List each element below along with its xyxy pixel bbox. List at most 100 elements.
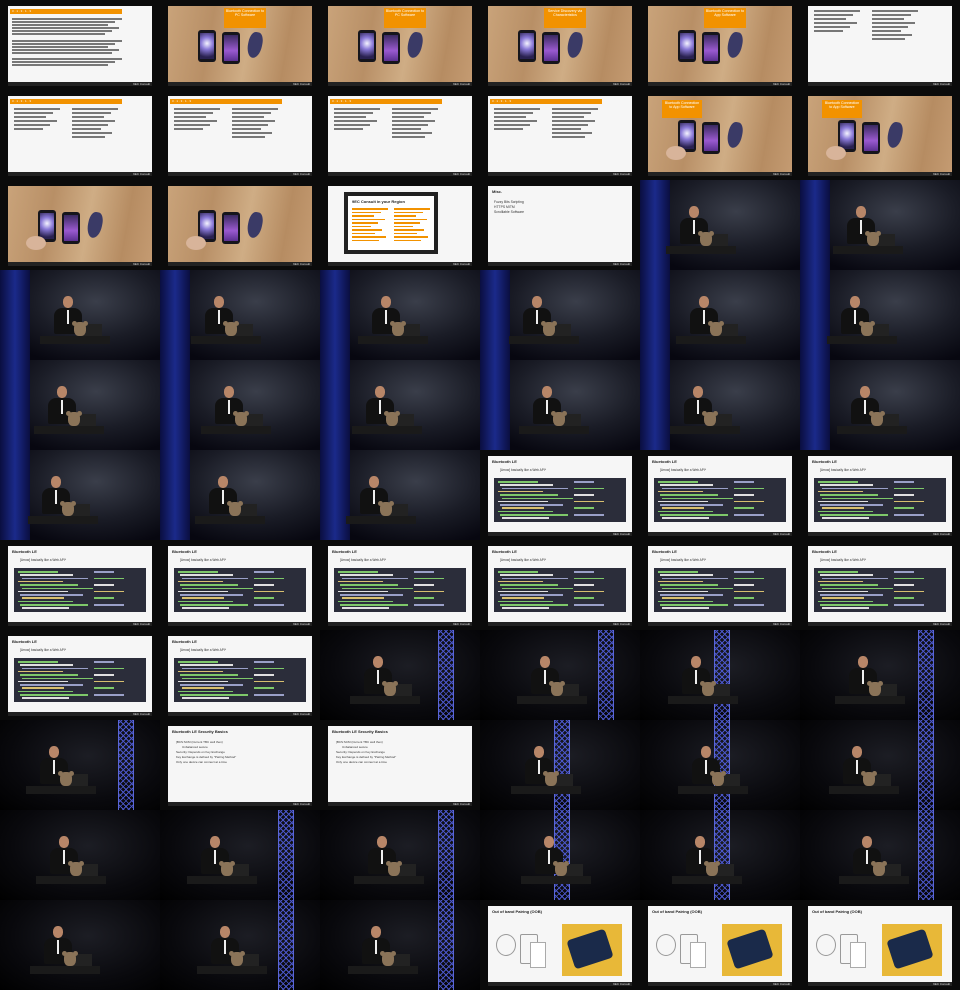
video-thumbnail[interactable]: 9EC Consult [160,180,320,270]
code-line [178,600,233,603]
hand [666,146,686,160]
video-thumbnail[interactable]: Bluetooth LE [Arrow] basically like a Web… [480,540,640,630]
teddy-bear [859,321,875,336]
slide-footer [808,622,952,626]
video-thumbnail[interactable] [0,810,160,900]
teddy-bear [865,231,881,246]
blue-curtain [160,270,190,360]
video-thumbnail[interactable]: Bluetooth LE [Arrow] basically like a Web… [320,540,480,630]
lanyard [224,940,226,954]
code-line [658,571,698,573]
video-thumbnail[interactable] [0,720,160,810]
video-thumbnail[interactable] [160,900,320,990]
video-thumbnail[interactable] [480,360,640,450]
video-thumbnail[interactable]: 9EC Consult [0,180,160,270]
video-thumbnail[interactable]: Bluetooth LE Security Basics [BCS:SCM (Cu… [320,720,480,810]
text-line [72,108,118,110]
video-thumbnail[interactable]: Bluetooth Connection to App Software 9EC … [640,90,800,180]
blue-curtain [320,360,350,450]
video-thumbnail[interactable]: Bluetooth LE [Arrow] basically like a Web… [160,630,320,720]
video-thumbnail[interactable]: Bluetooth Connection to PC Software 9EC C… [160,0,320,90]
video-thumbnail[interactable]: 9EC Consult in your Region 9EC Consult [320,180,480,270]
video-thumbnail[interactable] [320,630,480,720]
video-thumbnail[interactable] [800,360,960,450]
video-thumbnail[interactable] [800,810,960,900]
video-thumbnail[interactable] [800,720,960,810]
video-thumbnail[interactable]: Bluetooth LE [Arrow] basically like a Web… [0,540,160,630]
video-thumbnail[interactable]: Bluetooth LE Security Basics [BCS:SCM (Cu… [160,720,320,810]
video-thumbnail[interactable]: Bluetooth Connection to PC Software 9EC C… [320,0,480,90]
video-thumbnail[interactable]: 3 · 1 · 3 · 1 · 3 9EC Consult [0,0,160,90]
video-thumbnail[interactable] [320,810,480,900]
video-thumbnail[interactable] [320,270,480,360]
video-thumbnail[interactable] [160,450,320,540]
text-line [494,112,533,114]
video-thumbnail[interactable]: Bluetooth Connection to App Software 9EC … [800,90,960,180]
video-thumbnail[interactable] [640,720,800,810]
video-thumbnail[interactable]: Bluetooth LE [Arrow] basically like a Web… [480,450,640,540]
video-thumbnail[interactable] [640,360,800,450]
video-thumbnail[interactable] [160,360,320,450]
video-thumbnail[interactable]: Misc. Fuzzy Bits Scripting HTTPS MITM Scrol… [480,180,640,270]
code-line [178,680,228,683]
video-thumbnail[interactable] [0,270,160,360]
video-thumbnail[interactable] [640,180,800,270]
video-thumbnail[interactable]: Service Discovery via Characteristics 9EC… [480,0,640,90]
video-thumbnail[interactable] [640,810,800,900]
video-thumbnail[interactable]: Bluetooth LE [Arrow] basically like a Web… [0,630,160,720]
code-line [662,487,728,490]
video-thumbnail[interactable]: 3 · 1 · 3 · 1 · 3 9EC Consult [0,90,160,180]
video-thumbnail[interactable]: Bluetooth LE [Arrow] basically like a Web… [160,540,320,630]
video-thumbnail[interactable] [320,360,480,450]
video-thumbnail[interactable]: Bluetooth LE [Arrow] basically like a Web… [640,540,800,630]
video-thumbnail[interactable]: Bluetooth LE [Arrow] basically like a Web… [800,540,960,630]
video-thumbnail[interactable]: Out of band Pairing (OOB) 9EC Consult [480,900,640,990]
video-thumbnail[interactable]: 3 · 1 · 3 · 1 · 3 9EC Consult [480,90,640,180]
video-thumbnail[interactable]: 9EC Consult [800,0,960,90]
code-line [894,590,924,593]
video-thumbnail[interactable] [800,180,960,270]
video-thumbnail[interactable] [480,720,640,810]
text-line [814,30,843,32]
code-line [254,584,274,586]
code-line [894,487,924,490]
phone-screen [520,33,534,59]
video-thumbnail[interactable] [160,810,320,900]
video-thumbnail[interactable]: 3 · 1 · 3 · 1 · 3 9EC Consult [320,90,480,180]
video-thumbnail[interactable]: Out of band Pairing (OOB) 9EC Consult [800,900,960,990]
lanyard [222,490,224,504]
teddy-bear [869,411,885,426]
text-line [394,215,416,217]
video-thumbnail[interactable] [640,270,800,360]
video-thumbnail[interactable]: 3 · 1 · 3 · 1 · 3 9EC Consult [160,90,320,180]
video-thumbnail[interactable] [800,270,960,360]
code-line [414,590,444,593]
video-thumbnail[interactable] [800,630,960,720]
video-thumbnail[interactable] [480,630,640,720]
video-thumbnail[interactable] [480,810,640,900]
video-thumbnail[interactable] [640,630,800,720]
video-thumbnail[interactable] [0,450,160,540]
video-thumbnail[interactable] [480,270,640,360]
security-item: Only one device can connect at a time [176,760,227,764]
stage-frame [480,720,640,810]
video-thumbnail[interactable] [160,270,320,360]
video-thumbnail[interactable]: Bluetooth Connection to App Software 9EC … [640,0,800,90]
code-line [500,504,563,506]
security-item: Security: Depends on Key Exchange [336,750,385,754]
stage-truss [598,630,614,720]
code-box [814,568,946,612]
video-thumbnail[interactable]: Out of band Pairing (OOB) 9EC Consult [640,900,800,990]
speaker-head [544,836,554,848]
speaker-head [371,926,381,938]
video-thumbnail[interactable] [320,450,480,540]
slide-frame: Bluetooth LE Security Basics [BCS:SCM (Cu… [168,726,312,802]
video-thumbnail[interactable]: Bluetooth LE [Arrow] basically like a Web… [800,450,960,540]
video-thumbnail[interactable]: Bluetooth LE [Arrow] basically like a Web… [640,450,800,540]
video-thumbnail[interactable] [0,360,160,450]
video-thumbnail[interactable] [0,900,160,990]
stage-truss [278,810,294,900]
slide-title: Bluetooth LE [652,459,677,464]
code-line [254,667,284,670]
video-thumbnail[interactable] [320,900,480,990]
